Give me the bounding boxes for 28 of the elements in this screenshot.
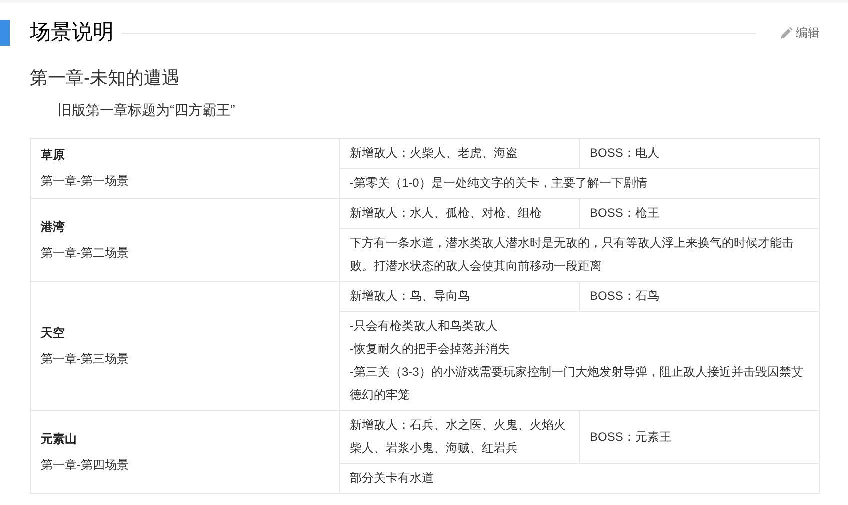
table-cell: BOSS：元素王	[580, 410, 820, 464]
scene-name: 草原	[41, 147, 66, 164]
note-text: -恢复耐久的把手会掉落并消失	[350, 341, 511, 358]
table-cell: BOSS：电人	[580, 138, 820, 168]
section-marker	[0, 20, 10, 46]
chapter-title: 第一章-未知的遭遇	[30, 67, 181, 90]
scene-subtitle: 第一章-第三场景	[41, 350, 130, 368]
table-cell: 新增敌人：鸟、导向鸟	[340, 282, 580, 312]
scene-name: 港湾	[41, 218, 66, 236]
scene-name: 元素山	[41, 430, 78, 448]
chapter-note: 旧版第一章标题为“四方霸王”	[58, 101, 236, 120]
note-text: 下方有一条水道，潜水类敌人潜水时是无敌的，只有等敌人浮上来换气的时候才能击败。打潜水状态的敌人会使其向前移动一段距离	[350, 235, 795, 275]
section-title: 场景说明	[30, 20, 114, 46]
table-cell: BOSS：石鸟	[580, 282, 820, 312]
table-cell: 新增敌人：火柴人、老虎、海盗	[340, 138, 580, 168]
table-cell: 新增敌人：石兵、水之医、火鬼、火焰火柴人、岩浆小鬼、海贼、红岩兵	[340, 410, 580, 464]
edit-button[interactable]: 编辑	[780, 24, 820, 42]
note-text: -只会有枪类敌人和鸟类敌人	[350, 318, 499, 335]
table-cell: BOSS：枪王	[580, 198, 820, 228]
scene-subtitle: 第一章-第一场景	[41, 173, 130, 190]
note-text: 部分关卡有水道	[350, 470, 435, 487]
table-cell: 新增敌人：水人、孤枪、对枪、组枪	[340, 198, 580, 228]
note-text: -第三关（3-3）的小游戏需要玩家控制一门大炮发射导弹，阻止敌人接近并击毁囚禁艾德幻的牢笼	[350, 364, 804, 404]
scene-subtitle: 第一章-第四场景	[41, 456, 130, 474]
pencil-icon	[780, 26, 793, 40]
note-text: -第零关（1-0）是一处纯文字的关卡，主要了解一下剧情	[350, 175, 648, 192]
scene-name: 天空	[41, 324, 66, 342]
scene-subtitle: 第一章-第二场景	[41, 244, 130, 262]
